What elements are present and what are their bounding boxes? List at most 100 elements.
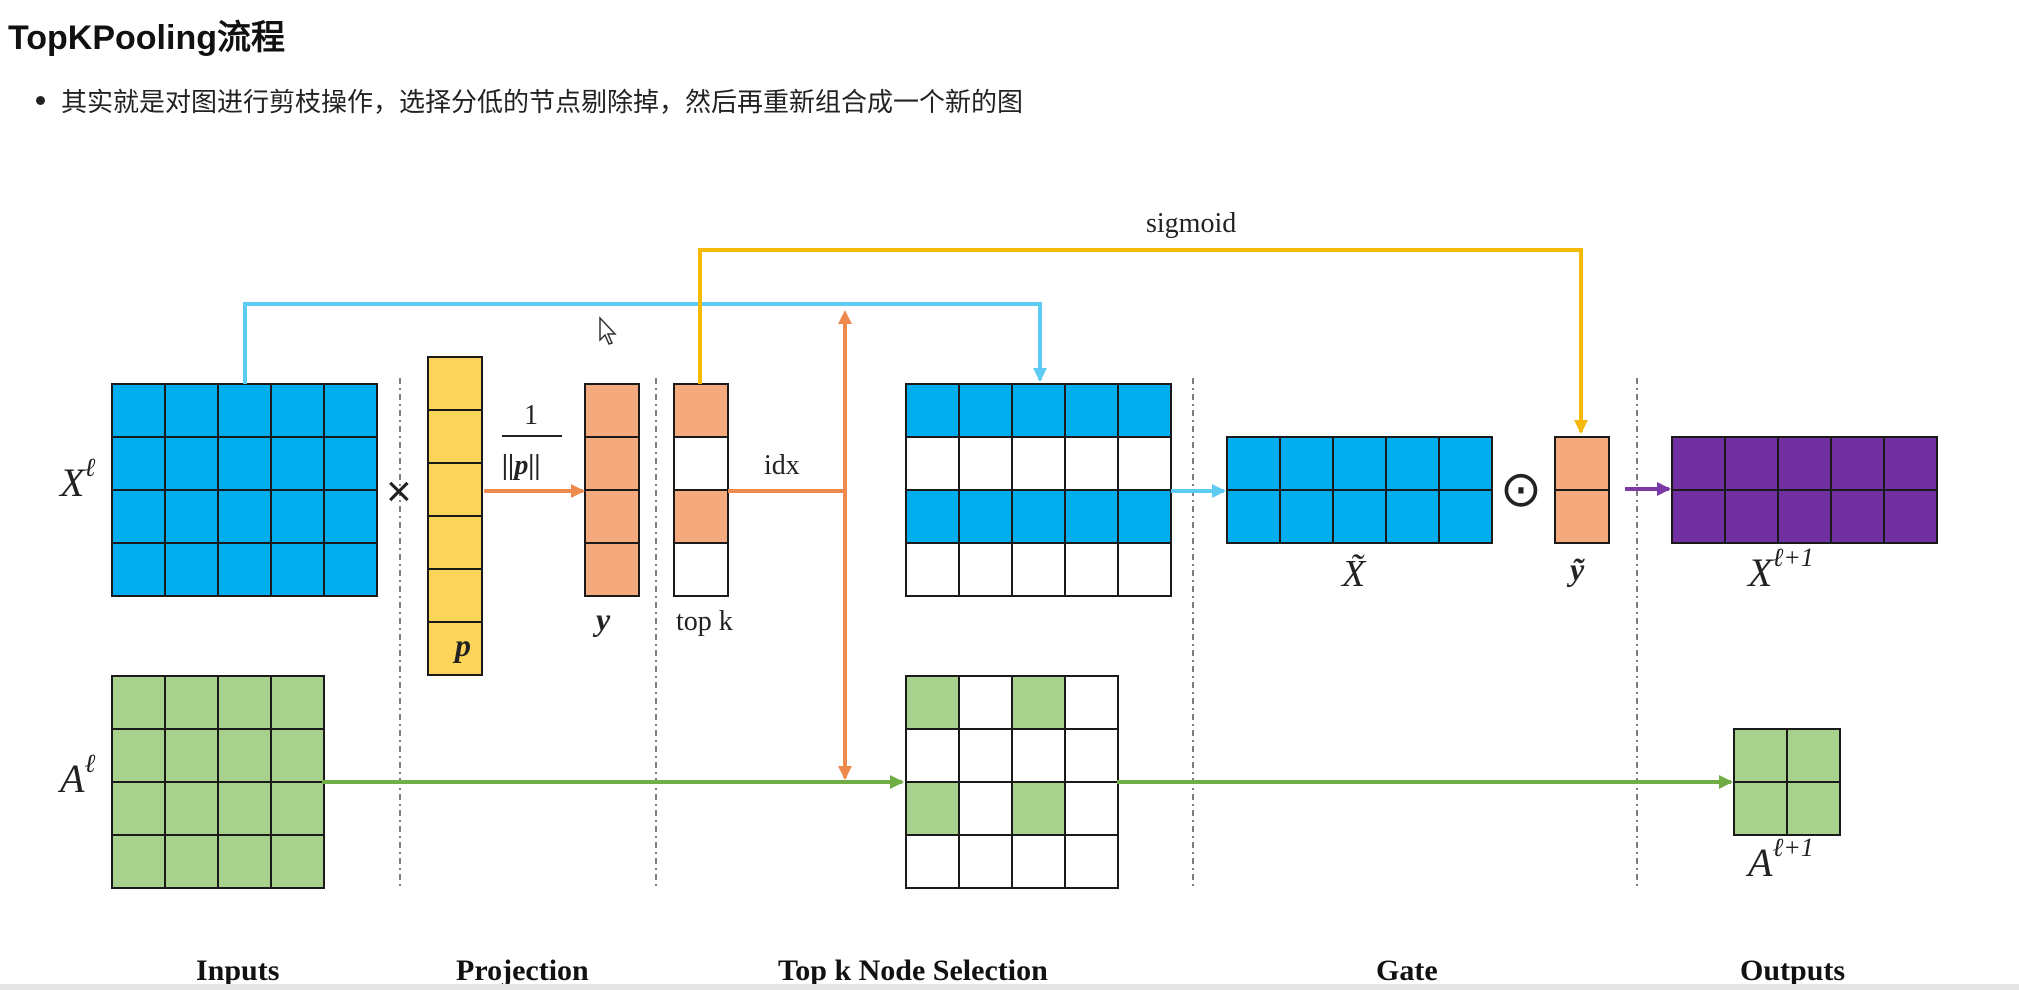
x-input-label: Xℓ — [58, 453, 95, 505]
matrix-cell — [111, 542, 166, 597]
matrix-cell — [217, 383, 272, 438]
fraction-denominator: ||p|| — [502, 450, 541, 481]
matrix-cell — [164, 728, 219, 783]
matrix-cell — [1724, 489, 1779, 544]
matrix-cell — [111, 834, 166, 889]
fraction-numerator: 1 — [524, 400, 538, 431]
matrix-cell — [1786, 728, 1841, 783]
matrix-cell — [1671, 489, 1726, 544]
matrix-cell — [164, 834, 219, 889]
x-tilde-matrix — [1226, 436, 1493, 544]
a-masked-matrix — [905, 675, 1119, 889]
matrix-cell — [270, 728, 325, 783]
matrix-cell — [270, 383, 325, 438]
matrix-cell — [323, 383, 378, 438]
matrix-cell — [217, 489, 272, 544]
matrix-cell — [1064, 542, 1119, 597]
matrix-cell — [217, 675, 272, 730]
y-vector — [584, 383, 640, 597]
matrix-cell — [111, 489, 166, 544]
matrix-cell — [1226, 436, 1281, 491]
matrix-cell — [905, 436, 960, 491]
matrix-cell — [323, 489, 378, 544]
matrix-cell — [1064, 436, 1119, 491]
matrix-cell — [673, 383, 729, 438]
matrix-cell — [111, 383, 166, 438]
matrix-cell — [1011, 436, 1066, 491]
matrix-cell — [270, 834, 325, 889]
matrix-cell — [1064, 834, 1119, 889]
matrix-cell — [905, 675, 960, 730]
matrix-cell — [111, 436, 166, 491]
matrix-cell — [958, 489, 1013, 544]
matrix-cell — [1011, 489, 1066, 544]
section-gate: Gate — [1376, 954, 1438, 987]
matrix-cell — [1830, 436, 1885, 491]
matrix-cell — [111, 675, 166, 730]
a-output-label: Aℓ+1 — [1745, 833, 1814, 885]
p-label: p — [452, 627, 471, 663]
matrix-cell — [427, 568, 483, 623]
matrix-cell — [1011, 834, 1066, 889]
section-inputs: Inputs — [196, 954, 279, 987]
a-input-label: Aℓ — [57, 749, 95, 801]
matrix-cell — [584, 542, 640, 597]
matrix-grids — [111, 356, 1938, 889]
matrix-cell — [217, 781, 272, 836]
matrix-cell — [1117, 383, 1172, 438]
idx-label: idx — [764, 450, 800, 481]
matrix-cell — [1554, 436, 1610, 491]
matrix-cell — [673, 436, 729, 491]
matrix-cell — [1011, 383, 1066, 438]
matrix-cell — [164, 383, 219, 438]
matrix-cell — [217, 436, 272, 491]
matrix-cell — [323, 436, 378, 491]
matrix-cell — [164, 436, 219, 491]
a-input-matrix — [111, 675, 325, 889]
matrix-cell — [427, 462, 483, 517]
matrix-cell — [1011, 728, 1066, 783]
matrix-cell — [1064, 781, 1119, 836]
matrix-cell — [323, 542, 378, 597]
matrix-cell — [905, 728, 960, 783]
matrix-cell — [164, 675, 219, 730]
matrix-cell — [958, 542, 1013, 597]
matrix-cell — [427, 356, 483, 411]
matrix-cell — [270, 436, 325, 491]
matrix-cell — [1011, 675, 1066, 730]
matrix-cell — [1883, 436, 1938, 491]
x-input-matrix — [111, 383, 378, 597]
x-output-label: Xℓ+1 — [1746, 543, 1814, 595]
matrix-cell — [1438, 489, 1493, 544]
matrix-cell — [905, 489, 960, 544]
topk-vector — [673, 383, 729, 597]
matrix-cell — [111, 728, 166, 783]
matrix-cell — [217, 834, 272, 889]
matrix-cell — [958, 383, 1013, 438]
section-topk: Top k Node Selection — [778, 954, 1048, 987]
matrix-cell — [1724, 436, 1779, 491]
matrix-cell — [958, 675, 1013, 730]
matrix-cell — [1786, 781, 1841, 836]
mouse-cursor-icon — [599, 316, 617, 345]
a-output-matrix — [1733, 728, 1841, 836]
matrix-cell — [427, 409, 483, 464]
matrix-cell — [1226, 489, 1281, 544]
skip-connection-arrow — [243, 302, 1047, 384]
matrix-cell — [111, 781, 166, 836]
matrix-cell — [584, 489, 640, 544]
section-headers: Inputs Projection Top k Node Selection G… — [196, 954, 1845, 987]
matrix-cell — [217, 728, 272, 783]
matrix-cell — [1064, 675, 1119, 730]
matrix-cell — [1279, 489, 1334, 544]
matrix-cell — [1438, 436, 1493, 491]
matrix-cell — [584, 383, 640, 438]
matrix-cell — [270, 489, 325, 544]
matrix-cell — [1117, 489, 1172, 544]
matrix-cell — [905, 781, 960, 836]
matrix-cell — [584, 436, 640, 491]
matrix-cell — [270, 675, 325, 730]
matrix-cell — [1064, 489, 1119, 544]
matrix-cell — [164, 542, 219, 597]
section-outputs: Outputs — [1740, 954, 1845, 987]
